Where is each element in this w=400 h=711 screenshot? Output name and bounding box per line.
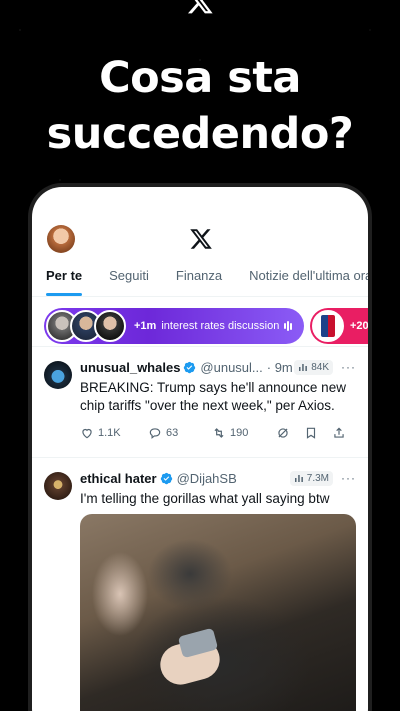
tweet-actions: 1.1K 63 190 bbox=[80, 415, 356, 451]
more-icon[interactable]: ··· bbox=[341, 360, 356, 374]
app-header bbox=[32, 187, 368, 255]
tweet[interactable]: ethical hater @DijahSB 7.3M ··· I'm tell… bbox=[32, 458, 368, 711]
audio-wave-icon bbox=[284, 321, 293, 331]
more-icon[interactable]: ··· bbox=[341, 471, 356, 485]
views-count: 7.3M bbox=[306, 472, 329, 484]
avatar[interactable] bbox=[44, 361, 72, 389]
grok-button[interactable] bbox=[276, 426, 304, 440]
tweet-media-image[interactable] bbox=[80, 514, 356, 711]
space-title: interest rates discussion bbox=[161, 320, 280, 332]
tweet-header: unusual_whales @unusul... · 9m 84K ··· bbox=[80, 357, 356, 377]
share-icon bbox=[334, 427, 344, 438]
bookmark-button[interactable] bbox=[304, 426, 332, 440]
retweet-button[interactable]: 190 bbox=[212, 426, 276, 440]
reply-count: 63 bbox=[166, 427, 179, 439]
space-pill-nba[interactable]: +20 bbox=[310, 308, 368, 344]
like-button[interactable]: 1.1K bbox=[80, 426, 148, 440]
grok-icon bbox=[278, 428, 288, 438]
space-listener-count: +20 bbox=[350, 320, 368, 332]
profile-avatar[interactable] bbox=[47, 225, 75, 253]
views-chart-icon bbox=[299, 364, 308, 371]
tab-breaking-news[interactable]: Notizie dell'ultima ora bbox=[249, 255, 368, 296]
views-badge[interactable]: 84K bbox=[294, 359, 333, 375]
tweet-time: · 9m bbox=[266, 359, 293, 375]
author-name[interactable]: unusual_whales bbox=[80, 360, 180, 375]
space-listener-count: +1m bbox=[134, 320, 157, 332]
phone-frame: Per te Seguiti Finanza Notizie dell'ulti… bbox=[28, 183, 372, 711]
app-screen: Per te Seguiti Finanza Notizie dell'ulti… bbox=[32, 187, 368, 711]
verified-badge-icon bbox=[184, 361, 196, 373]
tweet-text: I'm telling the gorillas what yall sayin… bbox=[80, 491, 330, 506]
tab-per-te[interactable]: Per te bbox=[46, 255, 83, 296]
space-pill-interest-rates[interactable]: +1m interest rates discussion bbox=[44, 308, 304, 344]
retweet-icon bbox=[214, 428, 224, 438]
tab-finanza[interactable]: Finanza bbox=[176, 255, 222, 296]
avatar[interactable] bbox=[44, 472, 72, 500]
author-handle[interactable]: @DijahSB bbox=[177, 471, 237, 486]
retweet-count: 190 bbox=[230, 427, 249, 439]
tweet[interactable]: unusual_whales @unusul... · 9m 84K ··· B… bbox=[32, 347, 368, 451]
views-chart-icon bbox=[294, 475, 303, 482]
bookmark-icon bbox=[306, 427, 316, 439]
tab-seguiti[interactable]: Seguiti bbox=[109, 255, 149, 296]
space-host-avatars bbox=[46, 310, 126, 342]
author-handle[interactable]: @unusul... bbox=[200, 360, 262, 375]
tweet-header: ethical hater @DijahSB 7.3M ··· bbox=[80, 468, 356, 488]
like-count: 1.1K bbox=[98, 427, 121, 439]
like-icon bbox=[82, 428, 92, 439]
promo-headline: Cosa sta succedendo? bbox=[46, 53, 354, 159]
x-logo-icon bbox=[187, 0, 213, 14]
verified-badge-icon bbox=[160, 472, 172, 484]
avatar bbox=[94, 310, 126, 342]
spaces-bar: +1m interest rates discussion +20 bbox=[32, 297, 368, 347]
views-badge[interactable]: 7.3M bbox=[289, 470, 333, 486]
reply-icon bbox=[149, 428, 161, 439]
views-count: 84K bbox=[311, 361, 329, 373]
x-logo-icon bbox=[190, 229, 212, 249]
reply-button[interactable]: 63 bbox=[148, 426, 212, 440]
feed-tabs: Per te Seguiti Finanza Notizie dell'ulti… bbox=[32, 255, 368, 297]
author-name[interactable]: ethical hater bbox=[80, 471, 157, 486]
share-button[interactable] bbox=[332, 426, 346, 440]
nba-logo-icon bbox=[312, 310, 344, 342]
tweet-text: BREAKING: Trump says he'll announce new … bbox=[80, 380, 346, 413]
